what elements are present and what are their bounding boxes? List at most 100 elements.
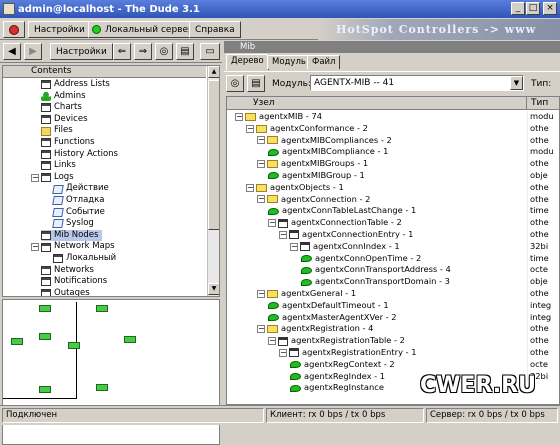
collapse-icon[interactable]: − xyxy=(279,230,287,239)
back-icon[interactable]: ◀ xyxy=(3,43,21,60)
mib-row[interactable]: agentxMIBCompliance - 1 modu xyxy=(227,146,559,159)
mib-row[interactable]: agentxDefaultTimeout - 1 integ xyxy=(227,299,559,312)
mib-row[interactable]: − agentxConnectionTable - 2 othe xyxy=(227,217,559,229)
collapse-icon[interactable]: − xyxy=(246,183,254,192)
maximize-button[interactable]: □ xyxy=(526,2,540,15)
title-bar[interactable]: admin@localhost - The Dude 3.1 xyxy=(0,0,560,18)
local-server-button[interactable]: Локальный сервер xyxy=(88,21,200,38)
map-node[interactable] xyxy=(11,338,23,345)
mib-row[interactable]: − agentxMIBCompliances - 2 othe xyxy=(227,134,559,147)
map-node[interactable] xyxy=(39,305,51,312)
map-node[interactable] xyxy=(124,336,136,343)
tree-item[interactable]: Действие xyxy=(52,183,109,195)
left-settings-button[interactable]: Настройки xyxy=(50,43,113,60)
tab-module[interactable]: Модуль xyxy=(267,55,311,69)
map-node[interactable] xyxy=(96,305,108,312)
mib-row[interactable]: agentxMIBGroup - 1 obje xyxy=(227,170,559,182)
tree-item[interactable]: Outages xyxy=(41,288,90,296)
scroll-up-icon[interactable]: ▲ xyxy=(208,66,219,78)
mib-row[interactable]: agentxRegContext - 2 octe xyxy=(227,358,559,371)
tree-item[interactable]: Files xyxy=(41,125,73,137)
collapse-icon[interactable]: − xyxy=(257,325,265,334)
mib-row[interactable]: agentxConnTransportDomain - 3 obje xyxy=(227,276,559,288)
import-icon[interactable]: ⇐ xyxy=(113,43,131,60)
tree-item[interactable]: Charts xyxy=(41,102,82,114)
forward-icon[interactable]: ▶ xyxy=(24,43,42,60)
tree-item[interactable]: − Logs xyxy=(31,172,74,184)
collapse-icon[interactable]: − xyxy=(257,136,265,145)
mib-type-cell: 32bi xyxy=(527,240,559,253)
scroll-thumb[interactable] xyxy=(208,80,219,230)
tree-item[interactable]: Syslog xyxy=(52,218,94,230)
print-icon[interactable]: ▤ xyxy=(176,43,194,60)
mib-row[interactable]: agentxConnTransportAddress - 4 octe xyxy=(227,264,559,277)
mib-row[interactable]: − agentxObjects - 1 othe xyxy=(227,181,559,194)
contents-tree[interactable]: Contents Address Lists Admins Charts Device… xyxy=(2,65,220,297)
mib-row[interactable]: − agentxRegistration - 4 othe xyxy=(227,323,559,336)
map-node[interactable] xyxy=(96,384,108,391)
mib-row[interactable]: − agentxGeneral - 1 othe xyxy=(227,288,559,300)
mib-type-cell: integ xyxy=(527,311,559,324)
settings-button[interactable]: Настройки xyxy=(28,21,91,38)
minimize-button[interactable]: _ xyxy=(511,2,525,15)
collapse-icon[interactable]: − xyxy=(257,160,265,169)
mib-tree-grid[interactable]: Узел Тип − agentxMIB - 74 modu − agentxConfo… xyxy=(226,96,560,405)
tree-item[interactable]: Mib Nodes xyxy=(41,229,103,242)
scroll-down-icon[interactable]: ▼ xyxy=(208,283,219,295)
tree-item[interactable]: Admins xyxy=(41,91,86,103)
collapse-icon[interactable]: − xyxy=(290,242,298,251)
tree-scrollbar[interactable]: ▲ ▼ xyxy=(207,66,219,296)
mib-row[interactable]: − agentxMIB - 74 modu xyxy=(227,111,559,123)
binoculars-icon[interactable]: ◎ xyxy=(226,75,244,92)
help-button[interactable]: Справка xyxy=(189,21,241,38)
column-node[interactable]: Узел xyxy=(227,97,527,110)
mib-row[interactable]: agentxConnTableLastChange - 1 time xyxy=(227,205,559,218)
mib-row[interactable]: − agentxConformance - 2 othe xyxy=(227,122,559,135)
tree-item[interactable]: History Actions xyxy=(41,149,118,161)
tree-item[interactable]: Devices xyxy=(41,114,88,126)
window-icon[interactable]: ▭ xyxy=(200,43,220,60)
mib-row[interactable]: − agentxConnectionEntry - 1 othe xyxy=(227,229,559,241)
collapse-icon[interactable]: − xyxy=(268,337,276,346)
tree-item-label: Functions xyxy=(54,137,95,147)
module-select[interactable]: AGENTX-MIB -- 41 ▼ xyxy=(310,75,524,91)
mib-row[interactable]: agentxMasterAgentXVer - 2 integ xyxy=(227,311,559,324)
export-icon[interactable]: ⇒ xyxy=(134,43,152,60)
collapse-icon[interactable]: − xyxy=(31,173,39,182)
mib-type-cell: othe xyxy=(527,335,559,347)
collapse-icon[interactable]: − xyxy=(246,124,254,133)
collapse-icon[interactable]: − xyxy=(268,219,276,228)
tree-item[interactable]: Notifications xyxy=(41,276,107,288)
tree-item[interactable]: Functions xyxy=(41,137,95,149)
tree-item[interactable]: − Network Maps xyxy=(31,241,115,253)
chevron-down-icon[interactable]: ▼ xyxy=(510,76,523,90)
tree-item[interactable]: Отладка xyxy=(52,195,105,207)
collapse-icon[interactable]: − xyxy=(257,195,265,204)
disconnect-button[interactable] xyxy=(3,21,25,38)
collapse-icon[interactable]: − xyxy=(235,112,243,121)
collapse-icon[interactable]: − xyxy=(257,289,265,298)
print-icon[interactable]: ▤ xyxy=(247,75,265,92)
map-node[interactable] xyxy=(39,333,51,340)
mib-row[interactable]: − agentxConnection - 2 othe xyxy=(227,193,559,206)
tree-item[interactable]: Links xyxy=(41,160,76,172)
tree-item[interactable]: Networks xyxy=(41,265,94,277)
tab-file[interactable]: Файл xyxy=(307,55,341,69)
mib-row[interactable]: − agentxRegistrationEntry - 1 othe xyxy=(227,347,559,359)
map-node[interactable] xyxy=(39,386,51,393)
mib-row[interactable]: agentxConnOpenTime - 2 time xyxy=(227,252,559,265)
map-node[interactable] xyxy=(68,342,80,349)
collapse-icon[interactable]: − xyxy=(31,243,39,252)
close-button[interactable]: × xyxy=(543,2,557,15)
tab-tree[interactable]: Дерево xyxy=(226,54,269,70)
binoculars-icon[interactable]: ◎ xyxy=(155,43,173,60)
column-type[interactable]: Тип xyxy=(527,97,559,110)
mib-row[interactable]: − agentxConnIndex - 1 32bi xyxy=(227,240,559,253)
tree-item[interactable]: Address Lists xyxy=(41,79,110,91)
mib-node-label: agentxConnIndex - 1 xyxy=(313,240,400,251)
mib-row[interactable]: − agentxMIBGroups - 1 othe xyxy=(227,158,559,170)
tree-item[interactable]: Событие xyxy=(52,207,105,219)
collapse-icon[interactable]: − xyxy=(279,348,287,357)
tree-item[interactable]: Локальный xyxy=(53,253,116,265)
mib-row[interactable]: − agentxRegistrationTable - 2 othe xyxy=(227,335,559,347)
